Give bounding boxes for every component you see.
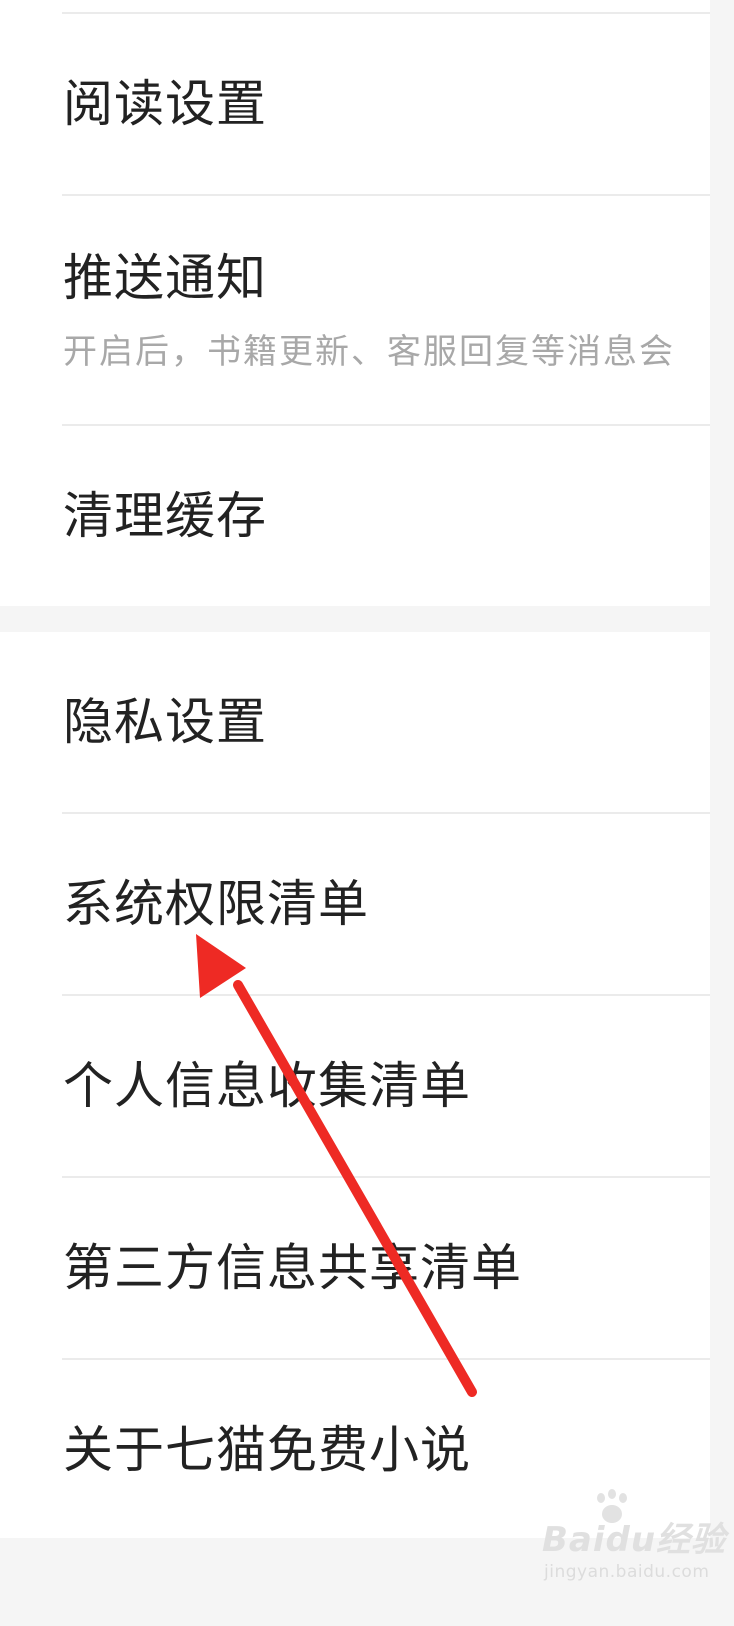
about-app-row[interactable]: 关于七猫免费小说 bbox=[0, 1360, 710, 1538]
privacy-settings-label: 隐私设置 bbox=[63, 693, 267, 751]
system-permissions-list-row[interactable]: 系统权限清单 bbox=[0, 814, 710, 994]
settings-group-general: 阅读设置 推送通知 开启后，书籍更新、客服回复等消息会 清理缓存 bbox=[0, 0, 710, 606]
about-app-label: 关于七猫免费小说 bbox=[63, 1421, 471, 1479]
watermark-url: jingyan.baidu.com bbox=[544, 1562, 710, 1582]
personal-info-collection-row[interactable]: 个人信息收集清单 bbox=[0, 996, 710, 1176]
settings-group-privacy: 隐私设置 系统权限清单 个人信息收集清单 第三方信息共享清单 关于七猫免费小说 bbox=[0, 632, 710, 1538]
clear-cache-label: 清理缓存 bbox=[63, 487, 267, 545]
third-party-sharing-row[interactable]: 第三方信息共享清单 bbox=[0, 1178, 710, 1358]
push-notification-label: 推送通知 bbox=[63, 249, 267, 307]
push-notification-row[interactable]: 推送通知 开启后，书籍更新、客服回复等消息会 bbox=[0, 196, 710, 424]
clear-cache-row[interactable]: 清理缓存 bbox=[0, 426, 710, 606]
reading-settings-label: 阅读设置 bbox=[63, 75, 267, 133]
personal-info-collection-label: 个人信息收集清单 bbox=[63, 1057, 471, 1115]
reading-settings-row[interactable]: 阅读设置 bbox=[0, 14, 710, 194]
third-party-sharing-label: 第三方信息共享清单 bbox=[63, 1239, 522, 1297]
system-permissions-list-label: 系统权限清单 bbox=[63, 875, 369, 933]
privacy-settings-row[interactable]: 隐私设置 bbox=[0, 632, 710, 812]
push-notification-description: 开启后，书籍更新、客服回复等消息会 bbox=[63, 332, 675, 372]
